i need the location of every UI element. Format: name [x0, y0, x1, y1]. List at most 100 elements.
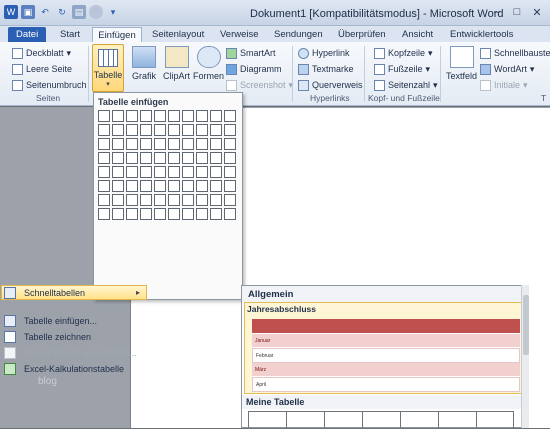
table-grid-cell[interactable] [168, 138, 180, 150]
menu-excel-tabelle[interactable]: Excel-Kalkulationstabelle [4, 361, 144, 376]
table-grid-cell[interactable] [126, 208, 138, 220]
close-button[interactable]: ✕ [528, 4, 546, 20]
table-grid-cell[interactable] [140, 152, 152, 164]
table-grid-cell[interactable] [154, 194, 166, 206]
undo-icon[interactable]: ↶ [38, 5, 52, 19]
table-grid-cell[interactable] [182, 180, 194, 192]
table-grid-cell[interactable] [196, 138, 208, 150]
table-grid-cell[interactable] [196, 180, 208, 192]
table-grid-cell[interactable] [182, 138, 194, 150]
table-grid-cell[interactable] [154, 124, 166, 136]
table-grid-cell[interactable] [140, 124, 152, 136]
table-grid-cell[interactable] [98, 194, 110, 206]
table-grid-cell[interactable] [140, 180, 152, 192]
table-grid-cell[interactable] [168, 194, 180, 206]
table-grid-cell[interactable] [210, 138, 222, 150]
table-grid-cell[interactable] [126, 180, 138, 192]
schnellbausteine-button[interactable]: Schnellbaustei [480, 46, 550, 60]
table-grid-cell[interactable] [154, 166, 166, 178]
table-grid-cell[interactable] [182, 124, 194, 136]
tab-verweise[interactable]: Verweise [220, 27, 259, 42]
table-grid-cell[interactable] [112, 208, 124, 220]
table-grid-cell[interactable] [140, 110, 152, 122]
table-grid-cell[interactable] [210, 194, 222, 206]
table-size-grid[interactable] [98, 110, 236, 220]
tab-seitenlayout[interactable]: Seitenlayout [152, 27, 204, 42]
menu-tabelle-einfuegen[interactable]: Tabelle einfügen... [4, 313, 144, 328]
redo-icon[interactable]: ↻ [55, 5, 69, 19]
tab-entwicklertools[interactable]: Entwicklertools [450, 27, 513, 42]
initiale-button[interactable]: Initiale ▾ [480, 78, 528, 92]
table-grid-cell[interactable] [112, 180, 124, 192]
table-grid-cell[interactable] [224, 166, 236, 178]
screenshot-button[interactable]: Screenshot ▾ [226, 78, 293, 92]
table-grid-cell[interactable] [98, 180, 110, 192]
textmarke-button[interactable]: Textmarke [298, 62, 354, 76]
save-icon[interactable]: ▣ [21, 5, 35, 19]
clipart-button[interactable]: ClipArt [163, 46, 190, 81]
table-grid-cell[interactable] [182, 194, 194, 206]
tab-einfuegen[interactable]: Einfügen [92, 27, 142, 42]
table-grid-cell[interactable] [224, 124, 236, 136]
table-grid-cell[interactable] [168, 180, 180, 192]
table-grid-cell[interactable] [210, 110, 222, 122]
table-grid-cell[interactable] [126, 124, 138, 136]
tabelle-button[interactable]: Tabelle ▾ [92, 44, 124, 92]
table-grid-cell[interactable] [224, 194, 236, 206]
table-grid-cell[interactable] [168, 124, 180, 136]
grafik-button[interactable]: Grafik [132, 46, 156, 81]
menu-schnelltabellen[interactable]: Schnelltabellen ▸ [1, 285, 147, 300]
table-grid-cell[interactable] [112, 152, 124, 164]
minimize-button[interactable]: – [488, 4, 506, 20]
circle-icon[interactable] [89, 5, 103, 19]
table-grid-cell[interactable] [98, 110, 110, 122]
table-grid-cell[interactable] [112, 138, 124, 150]
table-grid-cell[interactable] [196, 110, 208, 122]
table-grid-cell[interactable] [210, 166, 222, 178]
table-grid-cell[interactable] [154, 180, 166, 192]
kopfzeile-button[interactable]: Kopfzeile ▾ [374, 46, 433, 60]
table-grid-cell[interactable] [98, 124, 110, 136]
table-grid-cell[interactable] [210, 208, 222, 220]
print-icon[interactable]: ▤ [72, 5, 86, 19]
smartart-button[interactable]: SmartArt [226, 46, 276, 60]
wordart-button[interactable]: WordArt ▾ [480, 62, 534, 76]
tab-sendungen[interactable]: Sendungen [274, 27, 323, 42]
hyperlink-button[interactable]: Hyperlink [298, 46, 350, 60]
table-grid-cell[interactable] [168, 110, 180, 122]
menu-tabelle-zeichnen[interactable]: Tabelle zeichnen [4, 329, 144, 344]
template-jahresabschluss[interactable]: Jahresabschluss Januar Februar März Apri… [244, 302, 526, 394]
table-grid-cell[interactable] [210, 124, 222, 136]
tab-ueberpruefen[interactable]: Überprüfen [338, 27, 386, 42]
table-grid-cell[interactable] [154, 110, 166, 122]
querverweis-button[interactable]: Querverweis [298, 78, 363, 92]
table-grid-cell[interactable] [168, 208, 180, 220]
table-grid-cell[interactable] [182, 208, 194, 220]
table-grid-cell[interactable] [126, 166, 138, 178]
table-grid-cell[interactable] [140, 138, 152, 150]
deckblatt-button[interactable]: Deckblatt ▾ [12, 46, 71, 60]
leere-seite-button[interactable]: Leere Seite [12, 62, 72, 76]
table-grid-cell[interactable] [154, 208, 166, 220]
table-grid-cell[interactable] [210, 152, 222, 164]
table-grid-cell[interactable] [126, 138, 138, 150]
table-grid-cell[interactable] [154, 138, 166, 150]
maximize-button[interactable]: □ [508, 4, 526, 20]
table-grid-cell[interactable] [224, 110, 236, 122]
tab-datei[interactable]: Datei [8, 27, 47, 42]
table-grid-cell[interactable] [224, 138, 236, 150]
table-grid-cell[interactable] [182, 110, 194, 122]
table-grid-cell[interactable] [196, 124, 208, 136]
table-grid-cell[interactable] [140, 208, 152, 220]
diagramm-button[interactable]: Diagramm [226, 62, 282, 76]
table-grid-cell[interactable] [224, 180, 236, 192]
template-meine-tabelle[interactable] [248, 411, 514, 429]
table-grid-cell[interactable] [168, 166, 180, 178]
seitenumbruch-button[interactable]: Seitenumbruch [12, 78, 87, 92]
textfeld-button[interactable]: Textfeld [446, 46, 477, 81]
table-grid-cell[interactable] [140, 166, 152, 178]
table-grid-cell[interactable] [126, 152, 138, 164]
table-grid-cell[interactable] [98, 208, 110, 220]
table-grid-cell[interactable] [112, 110, 124, 122]
table-grid-cell[interactable] [196, 152, 208, 164]
